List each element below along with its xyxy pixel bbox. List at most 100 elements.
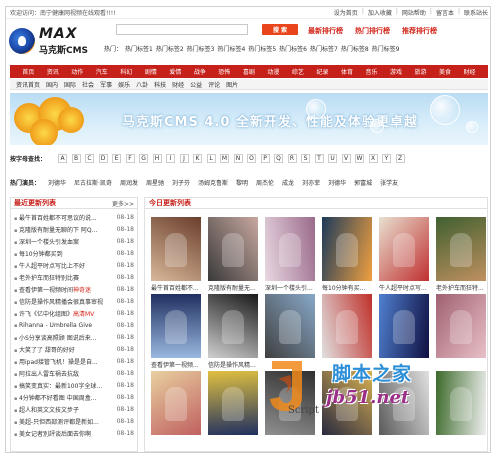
video-caption[interactable]: 信防是操作风精... xyxy=(208,360,262,369)
nav-item[interactable]: 恐怖 xyxy=(218,67,230,76)
nav-item[interactable]: 首页 xyxy=(22,67,34,76)
letter-link[interactable]: T xyxy=(314,154,324,163)
actor-link[interactable]: 黎明 xyxy=(236,178,248,187)
list-item-title[interactable]: 4分钟都不好看图 中国周盒... xyxy=(14,393,114,402)
letter-link[interactable]: Y xyxy=(382,154,392,163)
letter-link[interactable]: W xyxy=(355,154,365,163)
letter-link[interactable]: A xyxy=(58,154,68,163)
list-item[interactable]: Rihanna - Umbrella Give 08-18 xyxy=(14,319,134,331)
subnav-item[interactable]: 科技 xyxy=(154,80,166,89)
actor-link[interactable]: 周杰伦 xyxy=(256,178,274,187)
nav-item[interactable]: 美食 xyxy=(439,67,451,76)
video-caption[interactable]: 查看伊第一视频... xyxy=(151,360,205,369)
list-item-title[interactable]: 最牛首百姓都不可思议的说... xyxy=(14,213,114,222)
video-thumbnail[interactable] xyxy=(379,294,429,358)
list-item[interactable]: 深圳一个楼头引发血案 08-18 xyxy=(14,235,134,247)
list-item-title[interactable]: 深圳一个楼头引发血案 xyxy=(14,237,114,246)
nav-item[interactable]: 资讯 xyxy=(47,67,59,76)
video-thumbnail[interactable] xyxy=(151,371,201,435)
letter-link[interactable]: R xyxy=(287,154,297,163)
hot-tag[interactable]: 热门标签4 xyxy=(218,44,246,53)
list-item[interactable]: 阿拉出人雷车祸去抗敌 08-18 xyxy=(14,367,134,379)
list-item-title[interactable]: 美超-只但西部测评都是新如... xyxy=(14,417,114,426)
video-card[interactable] xyxy=(379,294,429,358)
subnav-item[interactable]: 资讯首页 xyxy=(16,80,40,89)
list-item[interactable]: 小S分享谈高照顾 图说后来... 08-18 xyxy=(14,331,134,343)
nav-item[interactable]: 爱情 xyxy=(169,67,181,76)
video-card[interactable]: 每10分钟有买... xyxy=(322,217,372,292)
hot-tag[interactable]: 热门标签1 xyxy=(125,44,153,53)
nav-item[interactable]: 科幻 xyxy=(120,67,132,76)
list-item[interactable]: 克隆版有耐量无聊的下 阿Q... 08-18 xyxy=(14,223,134,235)
video-caption[interactable]: 牛人超平时点写... xyxy=(379,283,433,292)
top-link-home[interactable]: 设为首页 xyxy=(334,8,358,17)
video-thumbnail[interactable] xyxy=(208,371,258,435)
video-thumbnail[interactable] xyxy=(436,217,486,281)
actor-link[interactable]: 张学友 xyxy=(380,178,398,187)
more-link[interactable]: 更多>> xyxy=(112,199,134,208)
rank-link-recommended[interactable]: 推荐排行榜 xyxy=(402,26,437,36)
nav-item[interactable]: 体育 xyxy=(341,67,353,76)
list-item-title[interactable]: 查看伊第一视频时间神奇迷 xyxy=(14,285,114,294)
nav-item[interactable]: 汽车 xyxy=(96,67,108,76)
subnav-item[interactable]: 图片 xyxy=(226,80,238,89)
hot-tag[interactable]: 热门标签9 xyxy=(372,44,400,53)
video-card[interactable]: 老外护车而狂特... xyxy=(436,217,486,292)
list-item[interactable]: 美超-只但西部测评都是新如... 08-18 xyxy=(14,415,134,427)
video-card[interactable] xyxy=(265,294,315,358)
letter-link[interactable]: I xyxy=(166,154,176,163)
subnav-item[interactable]: 社会 xyxy=(82,80,94,89)
actor-link[interactable]: 刘子芬 xyxy=(172,178,190,187)
search-button[interactable]: 搜 索 xyxy=(262,24,298,35)
letter-link[interactable]: X xyxy=(368,154,378,163)
list-item[interactable]: 查看伊第一视频时间神奇迷08-18 xyxy=(14,283,134,295)
video-caption[interactable]: 每10分钟有买... xyxy=(322,283,376,292)
video-card[interactable] xyxy=(208,371,258,435)
actor-link[interactable]: 刘德华 xyxy=(48,178,66,187)
actor-link[interactable]: 汤姆克鲁斯 xyxy=(198,178,228,187)
list-item-title[interactable]: 克隆版有耐量无聊的下 阿Q... xyxy=(14,225,114,234)
list-item[interactable]: 大笑了了 甜哥的好好 08-18 xyxy=(14,343,134,355)
video-card[interactable]: 最牛首百姓都不... xyxy=(151,217,201,292)
letter-link[interactable]: G xyxy=(139,154,149,163)
actor-link[interactable]: 尼古拉斯·凯奇 xyxy=(74,178,112,187)
video-card[interactable] xyxy=(151,371,201,435)
promo-banner[interactable]: 马克斯CMS 4.0 全新开发、性能及体验更卓越 xyxy=(10,93,488,145)
nav-item[interactable]: 游戏 xyxy=(390,67,402,76)
video-thumbnail[interactable] xyxy=(379,217,429,281)
list-item[interactable]: 许飞《亿中化组图》高清MV08-18 xyxy=(14,307,134,319)
list-item-title[interactable]: 美女记者別評谈后面去你啊 xyxy=(14,429,114,438)
nav-item[interactable]: 财经 xyxy=(464,67,476,76)
video-card[interactable] xyxy=(322,294,372,358)
hot-tag[interactable]: 热门标签7 xyxy=(310,44,338,53)
video-card[interactable] xyxy=(436,294,486,358)
video-card[interactable]: 克隆版有耐量无... xyxy=(208,217,258,292)
letter-link[interactable]: M xyxy=(220,154,230,163)
nav-item[interactable]: 综艺 xyxy=(292,67,304,76)
list-item-title[interactable]: 用ipad接管飞机！操是是自... xyxy=(14,357,114,366)
letter-link[interactable]: E xyxy=(112,154,122,163)
list-item-title[interactable]: 老外护车而狂特别比赛 xyxy=(14,273,114,282)
video-card[interactable]: 查看伊第一视频... xyxy=(151,294,201,369)
video-thumbnail[interactable] xyxy=(151,294,201,358)
video-thumbnail[interactable] xyxy=(436,294,486,358)
list-item[interactable]: 4分钟都不好看图 中国周盒... 08-18 xyxy=(14,391,134,403)
subnav-item[interactable]: 国际 xyxy=(64,80,76,89)
letter-link[interactable]: C xyxy=(85,154,95,163)
letter-link[interactable]: B xyxy=(71,154,81,163)
list-item-title[interactable]: Rihanna - Umbrella Give xyxy=(14,322,114,329)
video-thumbnail[interactable] xyxy=(322,294,372,358)
letter-link[interactable]: Z xyxy=(395,154,405,163)
rank-link-latest[interactable]: 最新排行榜 xyxy=(308,26,343,36)
list-item-title[interactable]: 许飞《亿中化组图》高清MV xyxy=(14,309,114,318)
actor-link[interactable]: 刘德华 xyxy=(328,178,346,187)
subnav-item[interactable]: 公益 xyxy=(190,80,202,89)
top-link-help[interactable]: 网站帮助 xyxy=(402,8,426,17)
letter-link[interactable]: F xyxy=(125,154,135,163)
hot-tag[interactable]: 热门标签2 xyxy=(156,44,184,53)
nav-item[interactable]: 战争 xyxy=(194,67,206,76)
subnav-item[interactable]: 八卦 xyxy=(136,80,148,89)
video-caption[interactable]: 老外护车而狂特... xyxy=(436,283,490,292)
video-thumbnail[interactable] xyxy=(322,217,372,281)
list-item-title[interactable]: 搞笑变真实：最新100字全球... xyxy=(14,381,114,390)
